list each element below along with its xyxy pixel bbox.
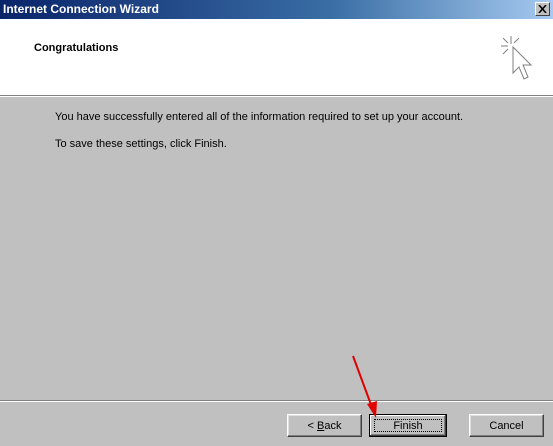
title-bar[interactable]: Internet Connection Wizard (0, 0, 553, 19)
wizard-header: Congratulations (0, 19, 553, 96)
back-button-mnemonic: B (317, 419, 325, 432)
back-button-rest: ack (324, 419, 342, 432)
footer-divider-highlight (0, 401, 553, 402)
wizard-window: Internet Connection Wizard Congratulatio… (0, 0, 553, 446)
cancel-button-label: Cancel (489, 419, 524, 432)
back-button[interactable]: < Back (287, 414, 362, 437)
close-button[interactable] (535, 2, 550, 16)
page-title: Congratulations (34, 42, 119, 54)
focus-ring (374, 419, 442, 432)
success-message: You have successfully entered all of the… (55, 111, 464, 123)
header-divider (0, 96, 553, 97)
back-button-prefix: < (307, 419, 317, 432)
wizard-cursor-icon (501, 36, 533, 80)
close-icon (538, 5, 547, 13)
finish-button[interactable]: Finish (369, 414, 447, 437)
cancel-button[interactable]: Cancel (469, 414, 544, 437)
window-title: Internet Connection Wizard (3, 2, 159, 16)
instruction-message: To save these settings, click Finish. (55, 138, 227, 150)
